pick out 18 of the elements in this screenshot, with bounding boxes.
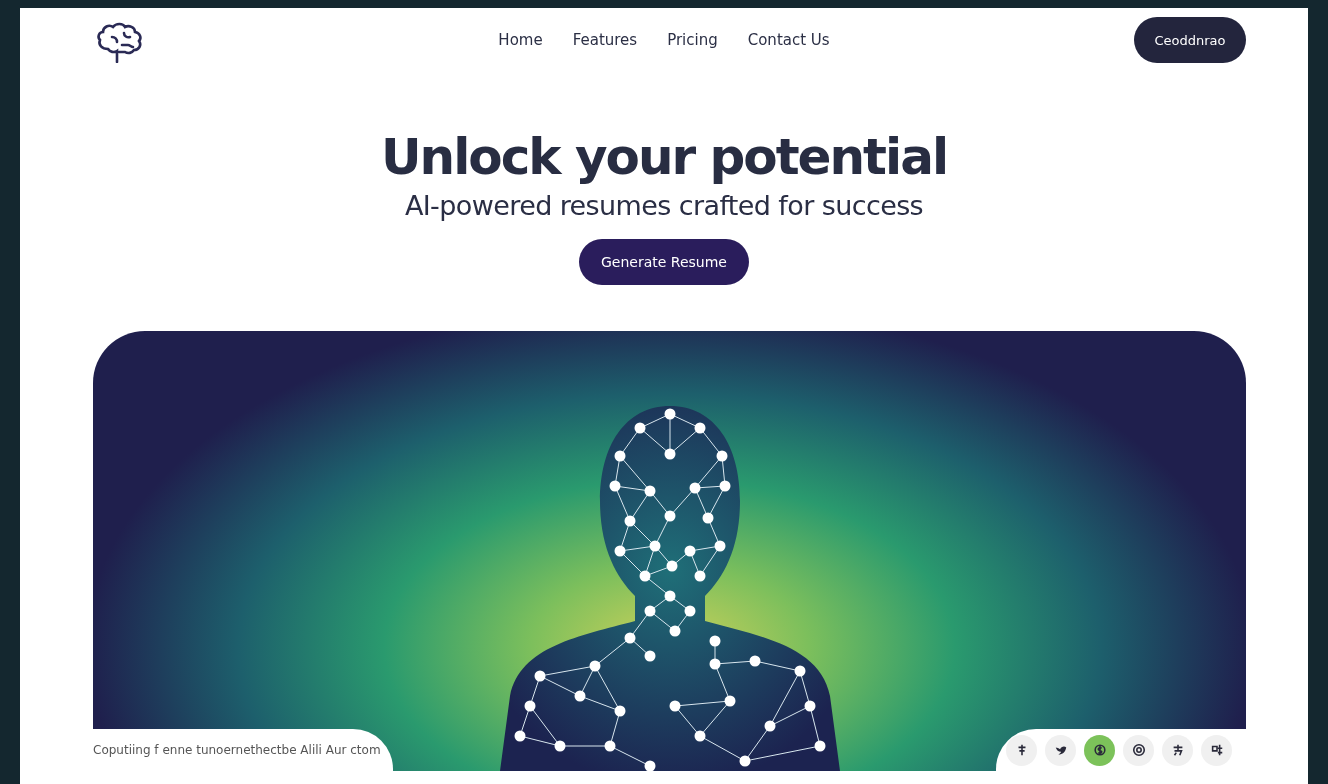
social-icon-button[interactable] [1162, 734, 1193, 766]
cta-button[interactable]: Ceoddnrao [1134, 17, 1246, 63]
social-icon-button[interactable] [1006, 734, 1037, 766]
nav-link[interactable]: Pricing [667, 31, 718, 49]
social-icon-button[interactable] [1045, 734, 1076, 766]
dollar-coin-icon [1092, 743, 1107, 757]
glyph-icon [1209, 743, 1224, 757]
nav-link[interactable]: Contact Us [747, 31, 830, 49]
generate-resume-button[interactable]: Generate Resume [579, 239, 749, 285]
hero-title: Unlock your potential [380, 127, 948, 188]
hero-subtitle: AI-powered resumes crafted for success [404, 190, 924, 221]
social-icon-button[interactable] [1084, 734, 1115, 766]
nav-link[interactable]: Home [498, 31, 543, 49]
social-icon-button[interactable] [1123, 734, 1154, 766]
social-icon-button[interactable] [1201, 734, 1232, 766]
nav-link[interactable]: Features [572, 31, 638, 49]
footer-text: Coputiing f enne tunoernethectbe Alili Aur ctom [93, 743, 381, 757]
ring-icon [1131, 743, 1146, 757]
